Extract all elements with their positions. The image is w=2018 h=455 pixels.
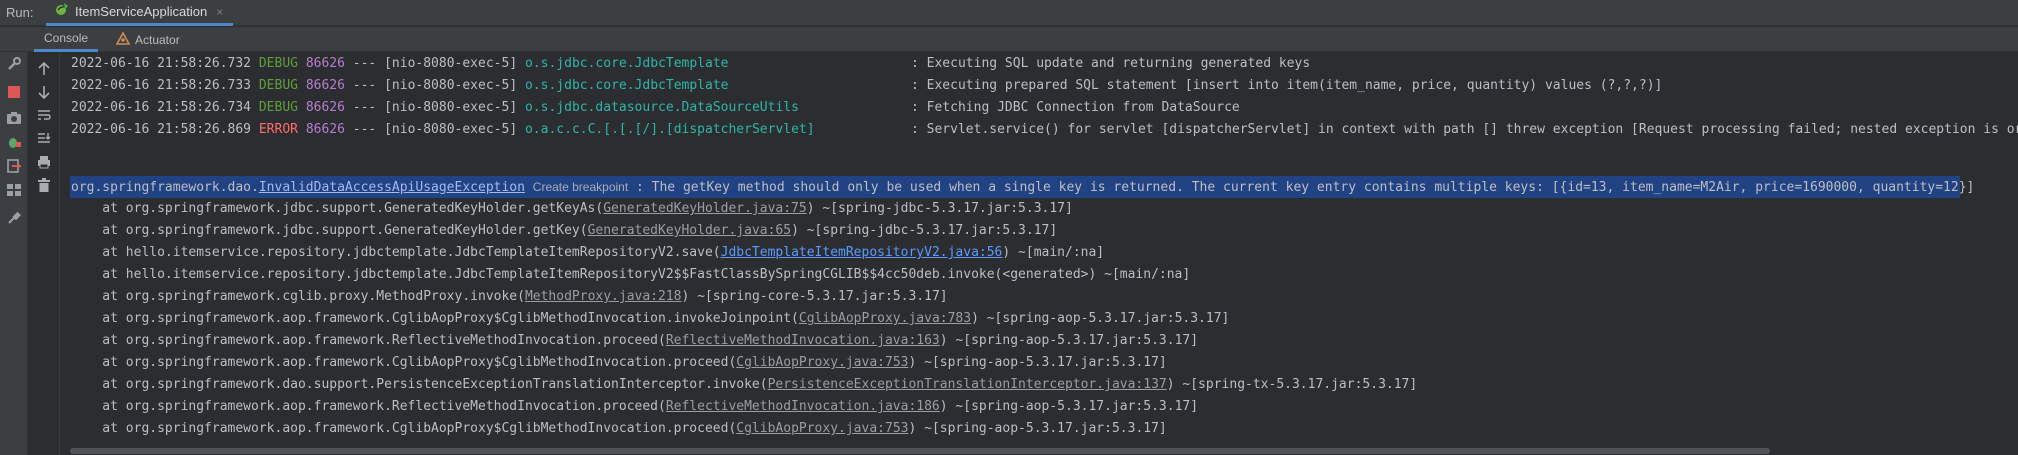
log-line: 2022-06-16 21:58:26.732 DEBUG 86626 --- … [71, 56, 729, 71]
stack-frame: at org.springframework.aop.framework.Cgl… [71, 355, 1167, 370]
left-tool-strip [0, 27, 28, 455]
soft-wrap-icon[interactable] [36, 107, 52, 123]
exception-line: org.springframework.dao.InvalidDataAcces… [71, 180, 1975, 195]
log-line: 2022-06-16 21:58:26.733 DEBUG 86626 --- … [71, 78, 729, 93]
source-link[interactable]: GeneratedKeyHolder.java:65 [588, 223, 792, 238]
spring-boot-icon [54, 1, 70, 22]
exception-class-link[interactable]: InvalidDataAccessApiUsageException [259, 180, 525, 195]
stack-frame: at org.springframework.cglib.proxy.Metho… [71, 289, 948, 304]
stack-frame: at hello.itemservice.repository.jdbctemp… [71, 245, 1105, 260]
tab-console[interactable]: Console [34, 27, 99, 52]
log-message: : Executing SQL update and returning gen… [911, 56, 1311, 71]
horizontal-scrollbar[interactable] [60, 447, 2018, 455]
scrollbar-thumb[interactable] [70, 448, 1770, 454]
tab-actuator[interactable]: Actuator [110, 27, 186, 52]
stack-frame: at org.springframework.aop.framework.Cgl… [71, 421, 1167, 436]
console-output[interactable]: 2022-06-16 21:58:26.732 DEBUG 86626 --- … [60, 53, 2018, 455]
scroll-to-end-icon[interactable] [36, 131, 52, 147]
arrow-up-icon[interactable] [36, 61, 52, 77]
stack-frame: at org.springframework.aop.framework.Cgl… [71, 311, 1230, 326]
exit-icon[interactable] [6, 158, 22, 174]
close-icon[interactable]: × [216, 5, 223, 19]
run-toolbar: Run: ItemServiceApplication × [0, 0, 2018, 26]
log-message: : Fetching JDBC Connection from DataSour… [911, 100, 1240, 115]
camera-icon[interactable] [6, 110, 22, 126]
trash-icon[interactable] [36, 177, 52, 193]
source-link[interactable]: JdbcTemplateItemRepositoryV2.java:56 [721, 245, 1003, 260]
stack-frame: at org.springframework.jdbc.support.Gene… [71, 223, 1058, 238]
arrow-down-icon[interactable] [36, 84, 52, 100]
actuator-icon [115, 31, 131, 48]
run-tab-item-service-application[interactable]: ItemServiceApplication × [46, 0, 234, 26]
stack-frame: at org.springframework.aop.framework.Ref… [71, 333, 1199, 348]
tab-console-label: Console [44, 31, 89, 45]
source-link[interactable]: ReflectiveMethodInvocation.java:163 [666, 333, 940, 348]
stop-icon[interactable] [6, 84, 22, 100]
source-link[interactable]: ReflectiveMethodInvocation.java:186 [666, 399, 940, 414]
console-tab-bar: Console Actuator [0, 27, 2018, 52]
layout-icon[interactable] [6, 182, 22, 198]
stack-frame: at hello.itemservice.repository.jdbctemp… [71, 267, 1191, 282]
pin-icon[interactable] [6, 210, 22, 226]
print-icon[interactable] [36, 154, 52, 170]
source-link[interactable]: CglibAopProxy.java:753 [736, 355, 908, 370]
stack-frame: at org.springframework.jdbc.support.Gene… [71, 201, 1073, 216]
create-breakpoint-link[interactable]: Create breakpoint [533, 180, 628, 194]
wrench-icon[interactable] [6, 56, 22, 72]
source-link[interactable]: PersistenceExceptionTranslationIntercept… [768, 377, 1167, 392]
log-line: 2022-06-16 21:58:26.869 ERROR 86626 --- … [71, 122, 815, 137]
log-message: : Executing prepared SQL statement [inse… [911, 78, 1663, 93]
log-message: : Servlet.service() for servlet [dispatc… [911, 122, 2018, 137]
stack-frame: at org.springframework.dao.support.Persi… [71, 377, 1418, 392]
source-link[interactable]: CglibAopProxy.java:783 [799, 311, 971, 326]
source-link[interactable]: GeneratedKeyHolder.java:75 [603, 201, 807, 216]
debug-bug-icon[interactable] [6, 134, 22, 150]
log-line: 2022-06-16 21:58:26.734 DEBUG 86626 --- … [71, 100, 799, 115]
tab-actuator-label: Actuator [135, 32, 180, 47]
stack-frame: at org.springframework.aop.framework.Ref… [71, 399, 1199, 414]
console-tool-strip [28, 53, 60, 455]
source-link[interactable]: MethodProxy.java:218 [525, 289, 682, 304]
run-label: Run: [6, 5, 34, 20]
source-link[interactable]: CglibAopProxy.java:753 [736, 421, 908, 436]
run-tab-label: ItemServiceApplication [75, 4, 208, 19]
